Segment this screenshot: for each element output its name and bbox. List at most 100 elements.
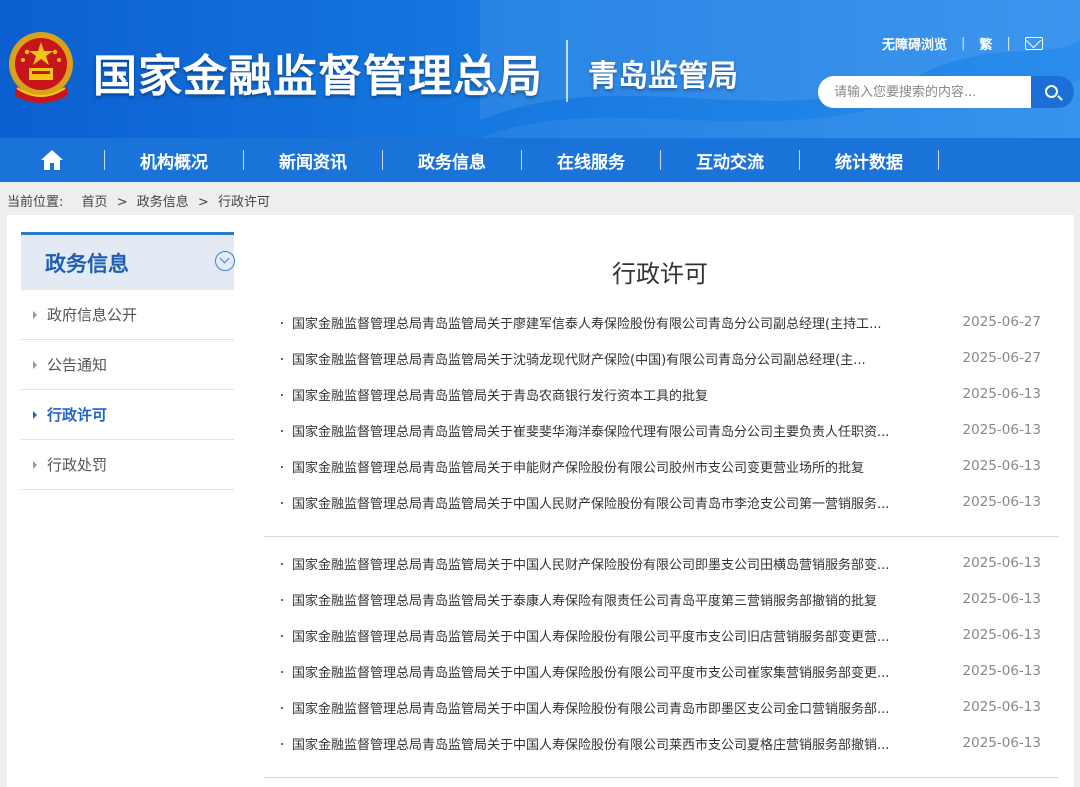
list-item[interactable]: 国家金融监督管理总局青岛监管局关于中国人民财产保险股份有限公司青岛市李沧支公司第… xyxy=(281,484,1041,520)
page-title: 行政许可 xyxy=(612,260,708,288)
list-item-date: 2025-06-13 xyxy=(962,494,1041,510)
sidebar-item-administrative-penalty[interactable]: 行政处罚 xyxy=(21,440,234,490)
home-icon xyxy=(41,150,63,170)
list-item-title[interactable]: 国家金融监督管理总局青岛监管局关于沈骑龙现代财产保险(中国)有限公司青岛分公司副… xyxy=(292,349,922,368)
breadcrumb-separator: > xyxy=(116,195,128,210)
sidebar-header: 政务信息 xyxy=(21,232,235,290)
nav-item-government-info[interactable]: 政务信息 xyxy=(383,138,521,182)
list-item-title[interactable]: 国家金融监督管理总局青岛监管局关于崔斐斐华海洋泰保险代理有限公司青岛分公司主要负… xyxy=(292,421,922,440)
title-divider xyxy=(566,40,568,102)
arrow-right-icon xyxy=(33,310,37,319)
list-item[interactable]: 国家金融监督管理总局青岛监管局关于青岛农商银行发行资本工具的批复 2025-06-… xyxy=(281,376,1041,412)
nav-item-online-service[interactable]: 在线服务 xyxy=(522,138,660,182)
breadcrumb-separator: > xyxy=(197,195,209,210)
bullet-icon xyxy=(281,429,283,432)
link-separator: | xyxy=(1006,36,1011,51)
arrow-right-icon xyxy=(33,360,37,369)
nav-separator xyxy=(938,150,939,170)
nav-item-interaction[interactable]: 互动交流 xyxy=(661,138,799,182)
list-item-title[interactable]: 国家金融监督管理总局青岛监管局关于中国人寿保险股份有限公司平度市支公司崔家集营销… xyxy=(292,662,922,681)
list-item-date: 2025-06-13 xyxy=(962,386,1041,402)
sidebar-item-label: 行政许可 xyxy=(47,406,108,424)
arrow-right-icon xyxy=(33,460,37,469)
list-divider xyxy=(264,777,1059,778)
bullet-icon xyxy=(281,706,283,709)
article-list-group-2: 国家金融监督管理总局青岛监管局关于中国人民财产保险股份有限公司即墨支公司田横岛营… xyxy=(281,545,1041,761)
sidebar-item-label: 政府信息公开 xyxy=(47,306,138,324)
list-item-date: 2025-06-13 xyxy=(962,699,1041,715)
list-item[interactable]: 国家金融监督管理总局青岛监管局关于中国人寿保险股份有限公司青岛市即墨区支公司金口… xyxy=(281,689,1041,725)
list-item-date: 2025-06-13 xyxy=(962,458,1041,474)
bullet-icon xyxy=(281,321,283,324)
list-item-date: 2025-06-13 xyxy=(962,735,1041,751)
list-item-title[interactable]: 国家金融监督管理总局青岛监管局关于中国人民财产保险股份有限公司即墨支公司田横岛营… xyxy=(292,554,922,573)
list-divider xyxy=(264,536,1059,537)
accessibility-link[interactable]: 无障碍浏览 xyxy=(882,34,947,53)
search-icon xyxy=(1045,84,1058,98)
bullet-icon xyxy=(281,393,283,396)
top-links: 无障碍浏览 | 繁 | xyxy=(882,34,1043,53)
arrow-right-icon xyxy=(33,410,37,419)
list-item[interactable]: 国家金融监督管理总局青岛监管局关于中国人寿保险股份有限公司平度市支公司崔家集营销… xyxy=(281,653,1041,689)
main-nav: 机构概况 新闻资讯 政务信息 在线服务 互动交流 统计数据 xyxy=(0,138,1080,182)
bullet-icon xyxy=(281,357,283,360)
nav-item-news[interactable]: 新闻资讯 xyxy=(244,138,382,182)
list-item-title[interactable]: 国家金融监督管理总局青岛监管局关于中国人民财产保险股份有限公司青岛市李沧支公司第… xyxy=(292,493,922,512)
bullet-icon xyxy=(281,742,283,745)
breadcrumb-home[interactable]: 首页 xyxy=(82,195,108,210)
list-item[interactable]: 国家金融监督管理总局青岛监管局关于中国人寿保险股份有限公司莱西市支公司夏格庄营销… xyxy=(281,725,1041,761)
link-separator: | xyxy=(961,36,966,51)
bullet-icon xyxy=(281,598,283,601)
nav-item-institution[interactable]: 机构概况 xyxy=(105,138,243,182)
header-background-wave xyxy=(480,0,1080,138)
list-item[interactable]: 国家金融监督管理总局青岛监管局关于泰康人寿保险有限责任公司青岛平度第三营销服务部… xyxy=(281,581,1041,617)
breadcrumb-government-info[interactable]: 政务信息 xyxy=(137,195,189,210)
list-item-title[interactable]: 国家金融监督管理总局青岛监管局关于中国人寿保险股份有限公司莱西市支公司夏格庄营销… xyxy=(292,734,922,753)
site-main-title: 国家金融监督管理总局 xyxy=(93,51,543,102)
list-item-title[interactable]: 国家金融监督管理总局青岛监管局关于泰康人寿保险有限责任公司青岛平度第三营销服务部… xyxy=(292,590,922,609)
search-button[interactable] xyxy=(1031,76,1074,108)
list-item[interactable]: 国家金融监督管理总局青岛监管局关于申能财产保险股份有限公司胶州市支公司变更营业场… xyxy=(281,448,1041,484)
nav-home-button[interactable] xyxy=(0,138,104,182)
bullet-icon xyxy=(281,634,283,637)
list-item-title[interactable]: 国家金融监督管理总局青岛监管局关于廖建军信泰人寿保险股份有限公司青岛分公司副总经… xyxy=(292,313,922,332)
bullet-icon xyxy=(281,465,283,468)
list-item-title[interactable]: 国家金融监督管理总局青岛监管局关于青岛农商银行发行资本工具的批复 xyxy=(292,385,922,404)
list-item[interactable]: 国家金融监督管理总局青岛监管局关于沈骑龙现代财产保险(中国)有限公司青岛分公司副… xyxy=(281,340,1041,376)
site-header: 国家金融监督管理总局 青岛监管局 无障碍浏览 | 繁 | xyxy=(0,0,1080,138)
breadcrumb-label: 当前位置: xyxy=(7,195,64,210)
list-item[interactable]: 国家金融监督管理总局青岛监管局关于中国人寿保险股份有限公司平度市支公司旧店营销服… xyxy=(281,617,1041,653)
sidebar-item-info-disclosure[interactable]: 政府信息公开 xyxy=(21,290,234,340)
sidebar-title: 政务信息 xyxy=(45,252,129,276)
article-list-group-1: 国家金融监督管理总局青岛监管局关于廖建军信泰人寿保险股份有限公司青岛分公司副总经… xyxy=(281,304,1041,520)
national-emblem-icon xyxy=(9,32,73,103)
site-sub-title: 青岛监管局 xyxy=(588,59,738,94)
list-item-title[interactable]: 国家金融监督管理总局青岛监管局关于申能财产保险股份有限公司胶州市支公司变更营业场… xyxy=(292,457,922,476)
list-item[interactable]: 国家金融监督管理总局青岛监管局关于廖建军信泰人寿保险股份有限公司青岛分公司副总经… xyxy=(281,304,1041,340)
list-item-date: 2025-06-27 xyxy=(962,350,1041,366)
bullet-icon xyxy=(281,501,283,504)
list-item[interactable]: 国家金融监督管理总局青岛监管局关于崔斐斐华海洋泰保险代理有限公司青岛分公司主要负… xyxy=(281,412,1041,448)
list-item-date: 2025-06-27 xyxy=(962,314,1041,330)
breadcrumb-current[interactable]: 行政许可 xyxy=(218,195,270,210)
traditional-chinese-link[interactable]: 繁 xyxy=(979,34,992,53)
nav-item-statistics[interactable]: 统计数据 xyxy=(800,138,938,182)
sidebar-item-administrative-license[interactable]: 行政许可 xyxy=(21,390,234,440)
sidebar-item-label: 行政处罚 xyxy=(47,456,108,474)
list-item-date: 2025-06-13 xyxy=(962,555,1041,571)
list-item-date: 2025-06-13 xyxy=(962,422,1041,438)
list-item-title[interactable]: 国家金融监督管理总局青岛监管局关于中国人寿保险股份有限公司平度市支公司旧店营销服… xyxy=(292,626,922,645)
bullet-icon xyxy=(281,562,283,565)
sidebar: 政务信息 政府信息公开 公告通知 行政许可 行政处罚 xyxy=(21,232,235,490)
search-input[interactable] xyxy=(818,76,1032,108)
list-item-date: 2025-06-13 xyxy=(962,627,1041,643)
list-item[interactable]: 国家金融监督管理总局青岛监管局关于中国人民财产保险股份有限公司即墨支公司田横岛营… xyxy=(281,545,1041,581)
list-item-title[interactable]: 国家金融监督管理总局青岛监管局关于中国人寿保险股份有限公司青岛市即墨区支公司金口… xyxy=(292,698,922,717)
sidebar-item-announcements[interactable]: 公告通知 xyxy=(21,340,234,390)
bullet-icon xyxy=(281,670,283,673)
breadcrumb: 当前位置: 首页 > 政务信息 > 行政许可 xyxy=(7,191,270,210)
sidebar-item-label: 公告通知 xyxy=(47,356,108,374)
list-item-date: 2025-06-13 xyxy=(962,663,1041,679)
chevron-down-icon[interactable] xyxy=(215,251,235,271)
mail-icon[interactable] xyxy=(1024,37,1043,50)
